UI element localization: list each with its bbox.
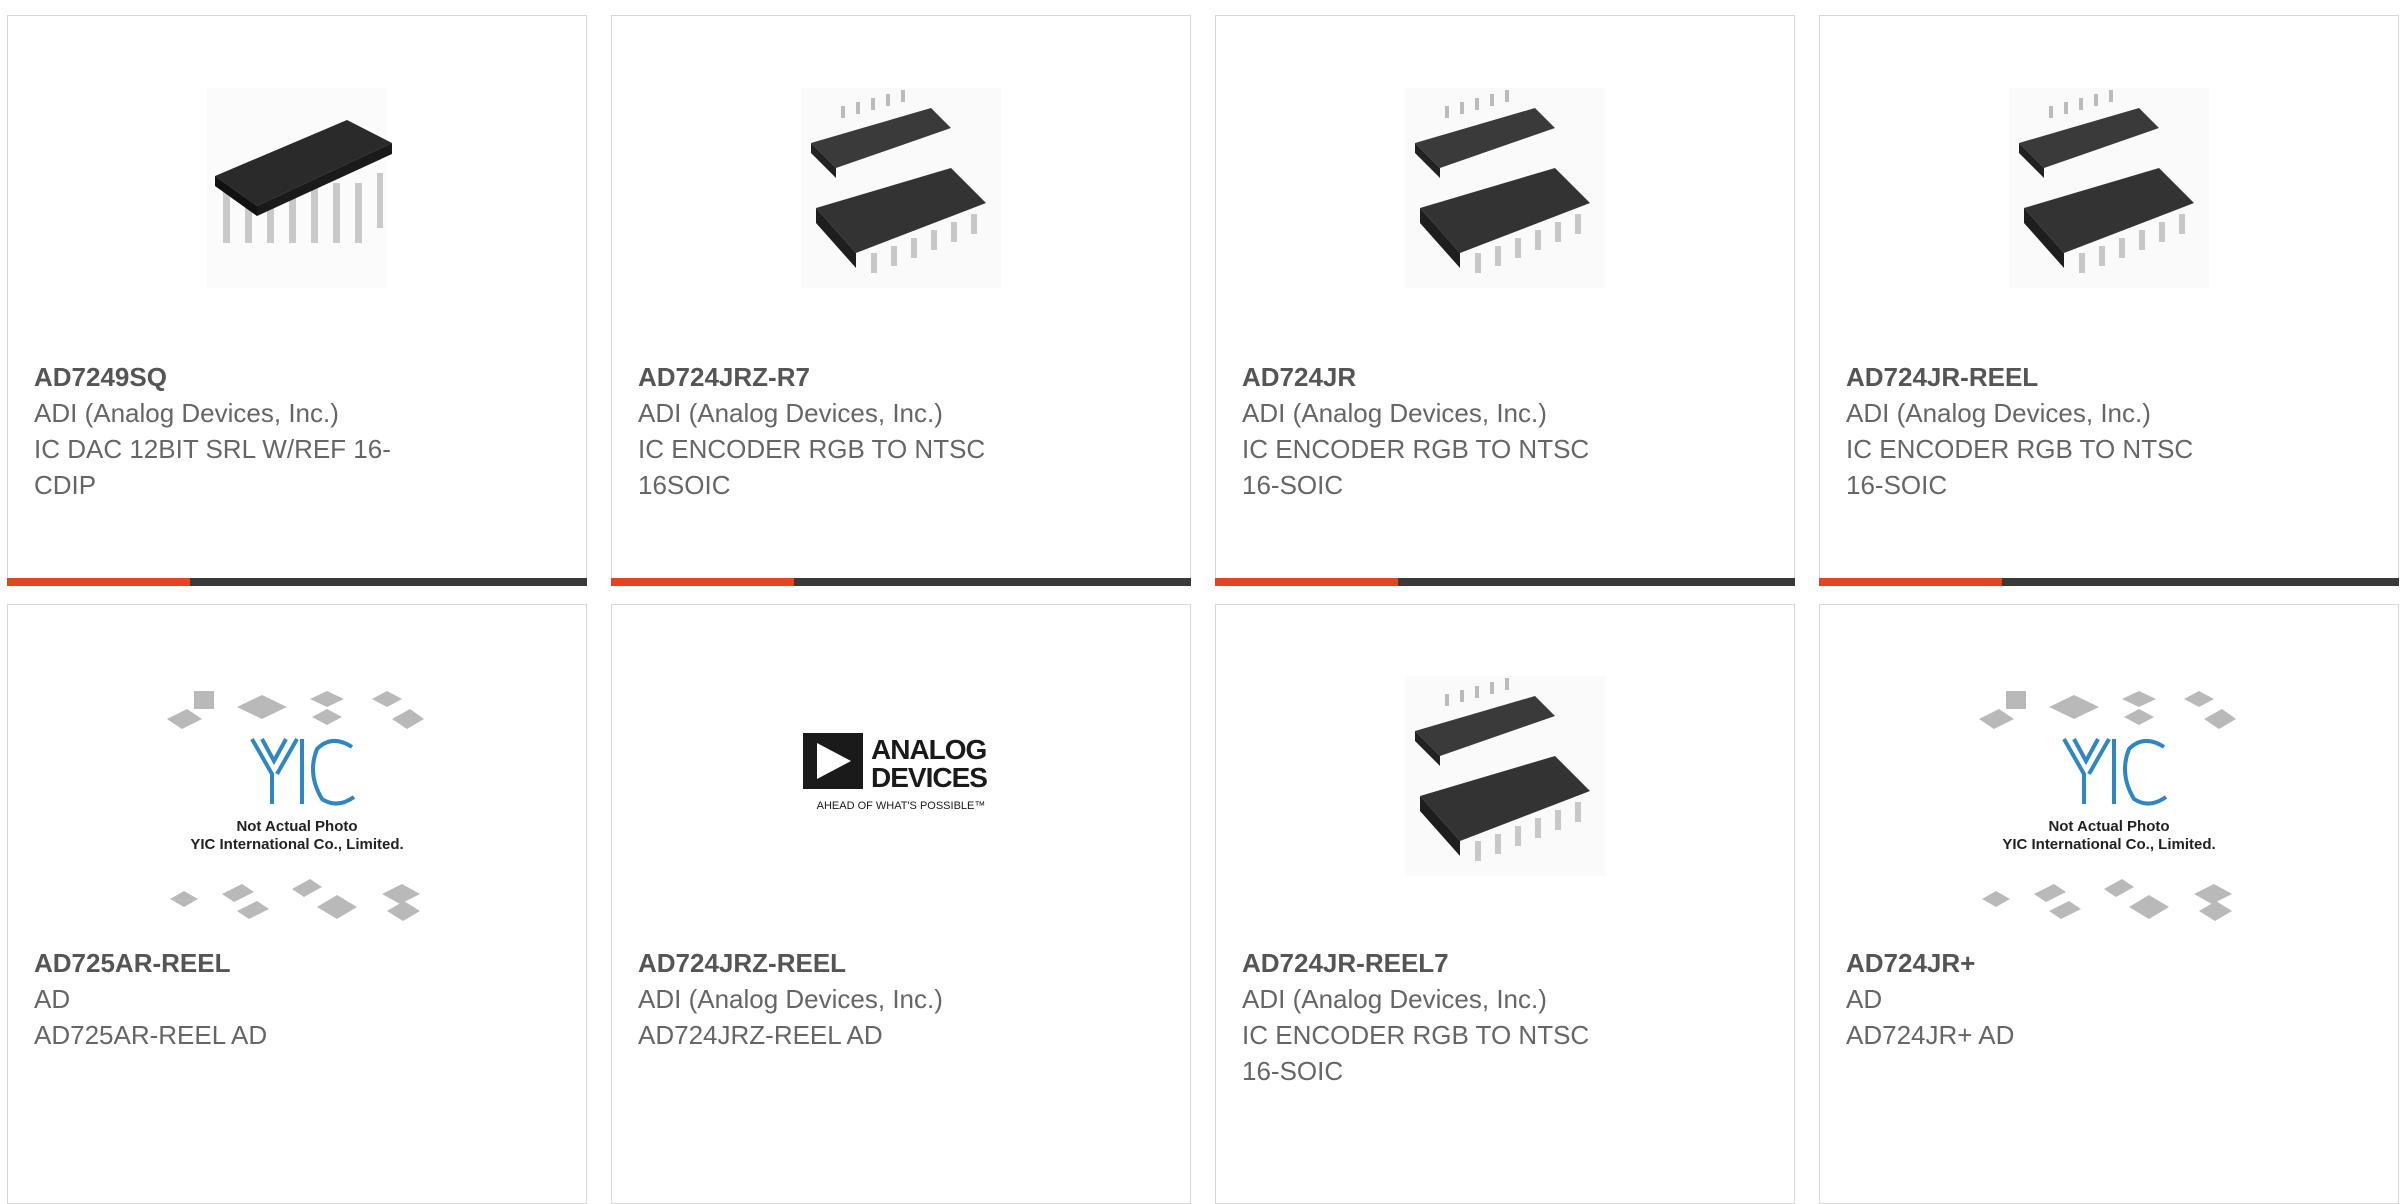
logo-tagline: AHEAD OF WHAT'S POSSIBLE™ — [817, 800, 986, 812]
manufacturer: ADI (Analog Devices, Inc.) — [1846, 398, 2151, 428]
manufacturer: ADI (Analog Devices, Inc.) — [638, 398, 943, 428]
analog-devices-logo-image: ANALOG DEVICES AHEAD OF WHAT'S POSSIBLE™ — [803, 733, 988, 812]
accent-segment — [1819, 578, 2002, 586]
placeholder-text: YIC International Co., Limited. — [2002, 836, 2215, 853]
cdip-chip-image — [207, 88, 392, 288]
part-number[interactable]: AD724JR+ — [1846, 945, 2306, 981]
product-card[interactable]: AD724JR ADI (Analog Devices, Inc.) IC EN… — [1215, 15, 1795, 586]
description-line: IC ENCODER RGB TO NTSC — [1242, 434, 1590, 464]
manufacturer: AD — [1846, 984, 1883, 1014]
part-number[interactable]: AD724JRZ-REEL — [638, 945, 1098, 981]
soic-chips-image — [1405, 88, 1605, 288]
card-footer-bar — [1819, 578, 2399, 586]
product-card[interactable]: AD724JRZ-R7 ADI (Analog Devices, Inc.) I… — [611, 15, 1191, 586]
manufacturer: ADI (Analog Devices, Inc.) — [34, 398, 339, 428]
manufacturer: ADI (Analog Devices, Inc.) — [1242, 398, 1547, 428]
manufacturer: ADI (Analog Devices, Inc.) — [638, 984, 943, 1014]
manufacturer: AD — [34, 984, 71, 1014]
placeholder-text: Not Actual Photo — [2048, 818, 2169, 835]
part-number[interactable]: AD7249SQ — [34, 359, 494, 395]
description-line: IC ENCODER RGB TO NTSC — [1242, 1020, 1590, 1050]
description-line: 16-SOIC — [1242, 470, 1344, 500]
part-number[interactable]: AD724JR-REEL7 — [1242, 945, 1702, 981]
part-number[interactable]: AD725AR-REEL — [34, 945, 494, 981]
description-line: 16-SOIC — [1242, 1056, 1344, 1086]
accent-segment — [1215, 578, 1398, 586]
product-card[interactable]: AD724JR-REEL ADI (Analog Devices, Inc.) … — [1819, 15, 2399, 586]
placeholder-text: Not Actual Photo — [236, 818, 357, 835]
product-card[interactable]: Not Actual Photo YIC International Co., … — [1819, 604, 2399, 1204]
description-line: AD724JR+ AD — [1846, 1020, 2015, 1050]
description-line: CDIP — [34, 470, 97, 500]
card-footer-bar — [1215, 578, 1795, 586]
description-line: 16-SOIC — [1846, 470, 1948, 500]
product-card[interactable]: Not Actual Photo YIC International Co., … — [7, 604, 587, 1204]
logo-text: ANALOG — [871, 734, 987, 765]
description-line: 16SOIC — [638, 470, 731, 500]
card-footer-bar — [7, 578, 587, 586]
part-number[interactable]: AD724JR-REEL — [1846, 359, 2306, 395]
soic-chips-image — [2009, 88, 2209, 288]
logo-text: DEVICES — [871, 762, 987, 793]
description-line: AD725AR-REEL AD — [34, 1020, 268, 1050]
placeholder-text: YIC International Co., Limited. — [190, 836, 403, 853]
yic-placeholder-image: Not Actual Photo YIC International Co., … — [1979, 691, 2236, 921]
manufacturer: ADI (Analog Devices, Inc.) — [1242, 984, 1547, 1014]
product-card[interactable]: AD7249SQ ADI (Analog Devices, Inc.) IC D… — [7, 15, 587, 586]
accent-segment — [7, 578, 190, 586]
description-line: AD724JRZ-REEL AD — [638, 1020, 883, 1050]
description-line: IC ENCODER RGB TO NTSC — [1846, 434, 2194, 464]
card-footer-bar — [611, 578, 1191, 586]
part-number[interactable]: AD724JRZ-R7 — [638, 359, 1098, 395]
soic-chips-image — [801, 88, 1001, 288]
description-line: IC DAC 12BIT SRL W/REF 16- — [34, 434, 391, 464]
description-line: IC ENCODER RGB TO NTSC — [638, 434, 986, 464]
yic-placeholder-image: Not Actual Photo YIC International Co., … — [167, 691, 424, 921]
part-number[interactable]: AD724JR — [1242, 359, 1702, 395]
product-card[interactable]: ANALOG DEVICES AHEAD OF WHAT'S POSSIBLE™… — [611, 604, 1191, 1204]
accent-segment — [611, 578, 794, 586]
soic-chips-image — [1405, 676, 1605, 876]
product-card[interactable]: AD724JR-REEL7 ADI (Analog Devices, Inc.)… — [1215, 604, 1795, 1204]
